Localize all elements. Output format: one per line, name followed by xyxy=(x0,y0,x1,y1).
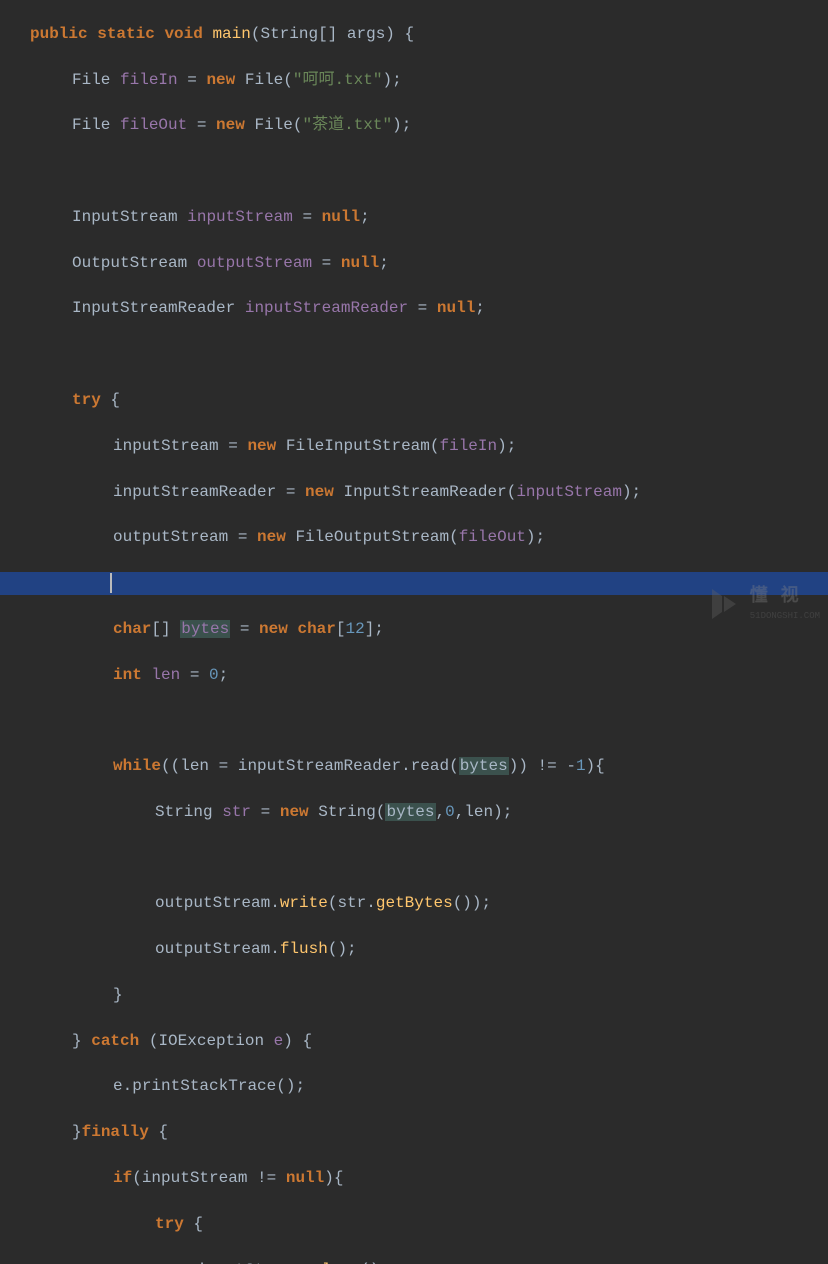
watermark-sub: 51DONGSHI.COM xyxy=(750,610,820,623)
code-line: InputStream inputStream = null; xyxy=(0,206,828,229)
code-line: OutputStream outputStream = null; xyxy=(0,252,828,275)
code-line: public static void main(String[] args) { xyxy=(0,23,828,46)
code-line xyxy=(0,709,828,732)
code-line: InputStreamReader inputStreamReader = nu… xyxy=(0,297,828,320)
code-line xyxy=(0,343,828,366)
code-line: inputStream = new FileInputStream(fileIn… xyxy=(0,435,828,458)
code-line: } xyxy=(0,984,828,1007)
code-line: try { xyxy=(0,389,828,412)
code-line: } catch (IOException e) { xyxy=(0,1030,828,1053)
code-line: String str = new String(bytes,0,len); xyxy=(0,801,828,824)
text-cursor xyxy=(110,573,112,593)
code-line: File fileIn = new File("呵呵.txt"); xyxy=(0,69,828,92)
code-line: e.printStackTrace(); xyxy=(0,1075,828,1098)
code-line: }finally { xyxy=(0,1121,828,1144)
watermark-text: 懂 视 xyxy=(750,585,820,611)
code-line: inputStreamReader = new InputStreamReade… xyxy=(0,481,828,504)
watermark: 懂 视 51DONGSHI.COM xyxy=(704,584,820,624)
code-line: if(inputStream != null){ xyxy=(0,1167,828,1190)
code-line xyxy=(0,847,828,870)
code-line: inputStream.close(); xyxy=(0,1259,828,1264)
code-line: try { xyxy=(0,1213,828,1236)
code-line: while((len = inputStreamReader.read(byte… xyxy=(0,755,828,778)
code-editor[interactable]: public static void main(String[] args) {… xyxy=(0,0,828,1264)
play-icon xyxy=(704,584,744,624)
code-line: outputStream.write(str.getBytes()); xyxy=(0,892,828,915)
code-line: int len = 0; xyxy=(0,664,828,687)
code-line xyxy=(0,160,828,183)
code-line: outputStream = new FileOutputStream(file… xyxy=(0,526,828,549)
code-line: outputStream.flush(); xyxy=(0,938,828,961)
code-line: File fileOut = new File("茶道.txt"); xyxy=(0,114,828,137)
